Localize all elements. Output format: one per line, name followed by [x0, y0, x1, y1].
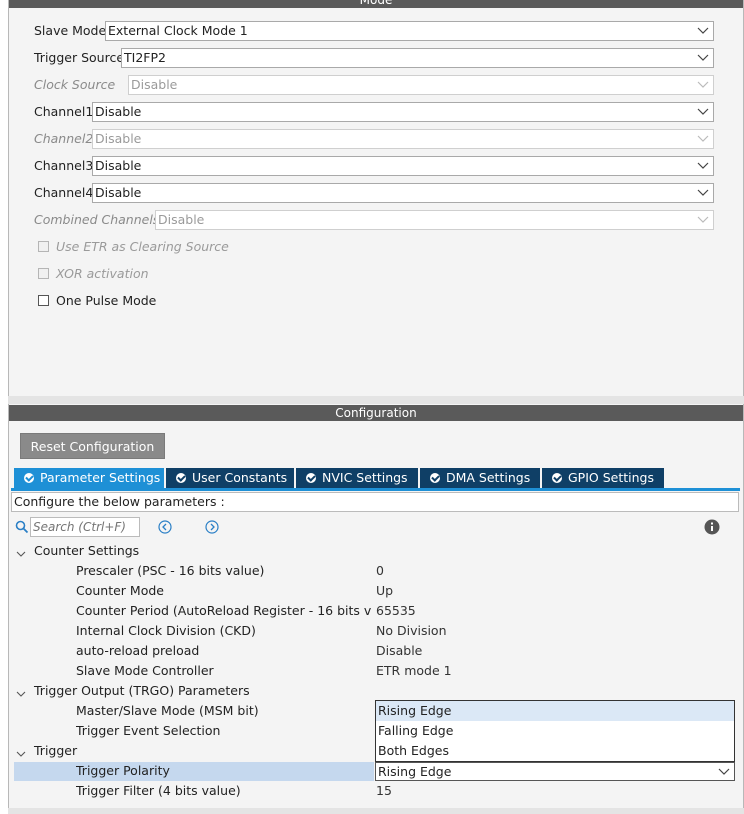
channel2-select: Disable — [92, 129, 714, 149]
trigger-polarity-select[interactable]: Rising Edge — [375, 762, 735, 781]
param-row[interactable]: Internal Clock Division (CKD) No Division — [14, 621, 736, 641]
chevron-down-icon — [718, 765, 730, 777]
param-row[interactable]: Trigger Filter (4 bits value) 15 — [14, 781, 736, 801]
use-etr-label: Use ETR as Clearing Source — [56, 239, 229, 254]
slave-mode-select[interactable]: External Clock Mode 1 — [105, 21, 714, 41]
panel-bottom-edge — [8, 808, 744, 814]
chevron-down-icon — [697, 132, 709, 144]
use-etr-checkbox — [38, 241, 49, 252]
tab-parameter-settings[interactable]: Parameter Settings — [14, 468, 164, 488]
tab-user-constants[interactable]: User Constants — [166, 468, 294, 488]
param-row[interactable]: Counter Mode Up — [14, 581, 736, 601]
trigger-polarity-dropdown[interactable]: Rising Edge Falling Edge Both Edges — [375, 700, 735, 762]
tab-underline — [11, 488, 740, 491]
tab-gpio-settings[interactable]: GPIO Settings — [542, 468, 664, 488]
channel1-label: Channel1 — [34, 104, 94, 119]
channel3-label: Channel3 — [34, 158, 94, 173]
param-row[interactable]: auto-reload preload Disable — [14, 641, 736, 661]
mode-title: Mode — [9, 0, 743, 8]
combined-channels-label: Combined Channels — [34, 212, 160, 227]
chevron-down-icon — [697, 159, 709, 171]
search-next-icon[interactable] — [205, 520, 219, 537]
combined-channels-select: Disable — [155, 210, 714, 230]
panel-divider — [8, 396, 744, 404]
search-input[interactable] — [30, 517, 140, 537]
check-circle-icon — [430, 473, 440, 483]
param-row[interactable]: Counter Period (AutoReload Register - 16… — [14, 601, 736, 621]
search-icon — [15, 520, 29, 537]
param-row[interactable]: Prescaler (PSC - 16 bits value) 0 — [14, 561, 736, 581]
check-circle-icon — [176, 473, 186, 483]
one-pulse-checkbox[interactable] — [38, 295, 49, 306]
xor-checkbox — [38, 268, 49, 279]
dropdown-option-both-edges[interactable]: Both Edges — [376, 741, 734, 761]
tab-dma-settings[interactable]: DMA Settings — [420, 468, 540, 488]
chevron-down-icon — [697, 78, 709, 90]
check-circle-icon — [306, 473, 316, 483]
tab-nvic-settings[interactable]: NVIC Settings — [296, 468, 418, 488]
check-circle-icon — [552, 473, 562, 483]
check-circle-icon — [24, 473, 34, 483]
param-row[interactable]: Slave Mode Controller ETR mode 1 — [14, 661, 736, 681]
chevron-down-icon — [697, 186, 709, 198]
parameters-hint: Configure the below parameters : — [11, 492, 739, 512]
chevron-down-icon — [697, 105, 709, 117]
channel4-select[interactable]: Disable — [92, 183, 714, 203]
channel1-select[interactable]: Disable — [92, 102, 714, 122]
configuration-title: Configuration — [9, 405, 743, 421]
channel4-label: Channel4 — [34, 185, 94, 200]
chevron-down-icon — [697, 24, 709, 36]
one-pulse-label: One Pulse Mode — [56, 293, 157, 308]
chevron-down-icon — [697, 51, 709, 63]
dropdown-option-rising-edge[interactable]: Rising Edge — [376, 701, 734, 721]
info-icon[interactable] — [704, 519, 720, 538]
channel3-select[interactable]: Disable — [92, 156, 714, 176]
slave-mode-label: Slave Mode — [34, 23, 107, 38]
channel2-label: Channel2 — [34, 131, 94, 146]
clock-source-label: Clock Source — [34, 77, 116, 92]
chevron-down-icon — [697, 213, 709, 225]
dropdown-option-falling-edge[interactable]: Falling Edge — [376, 721, 734, 741]
reset-configuration-button[interactable]: Reset Configuration — [20, 433, 165, 459]
search-previous-icon[interactable] — [158, 520, 172, 537]
xor-label: XOR activation — [56, 266, 149, 281]
trigger-source-select[interactable]: TI2FP2 — [121, 48, 714, 68]
trigger-source-label: Trigger Source — [34, 50, 125, 65]
clock-source-select: Disable — [128, 75, 714, 95]
